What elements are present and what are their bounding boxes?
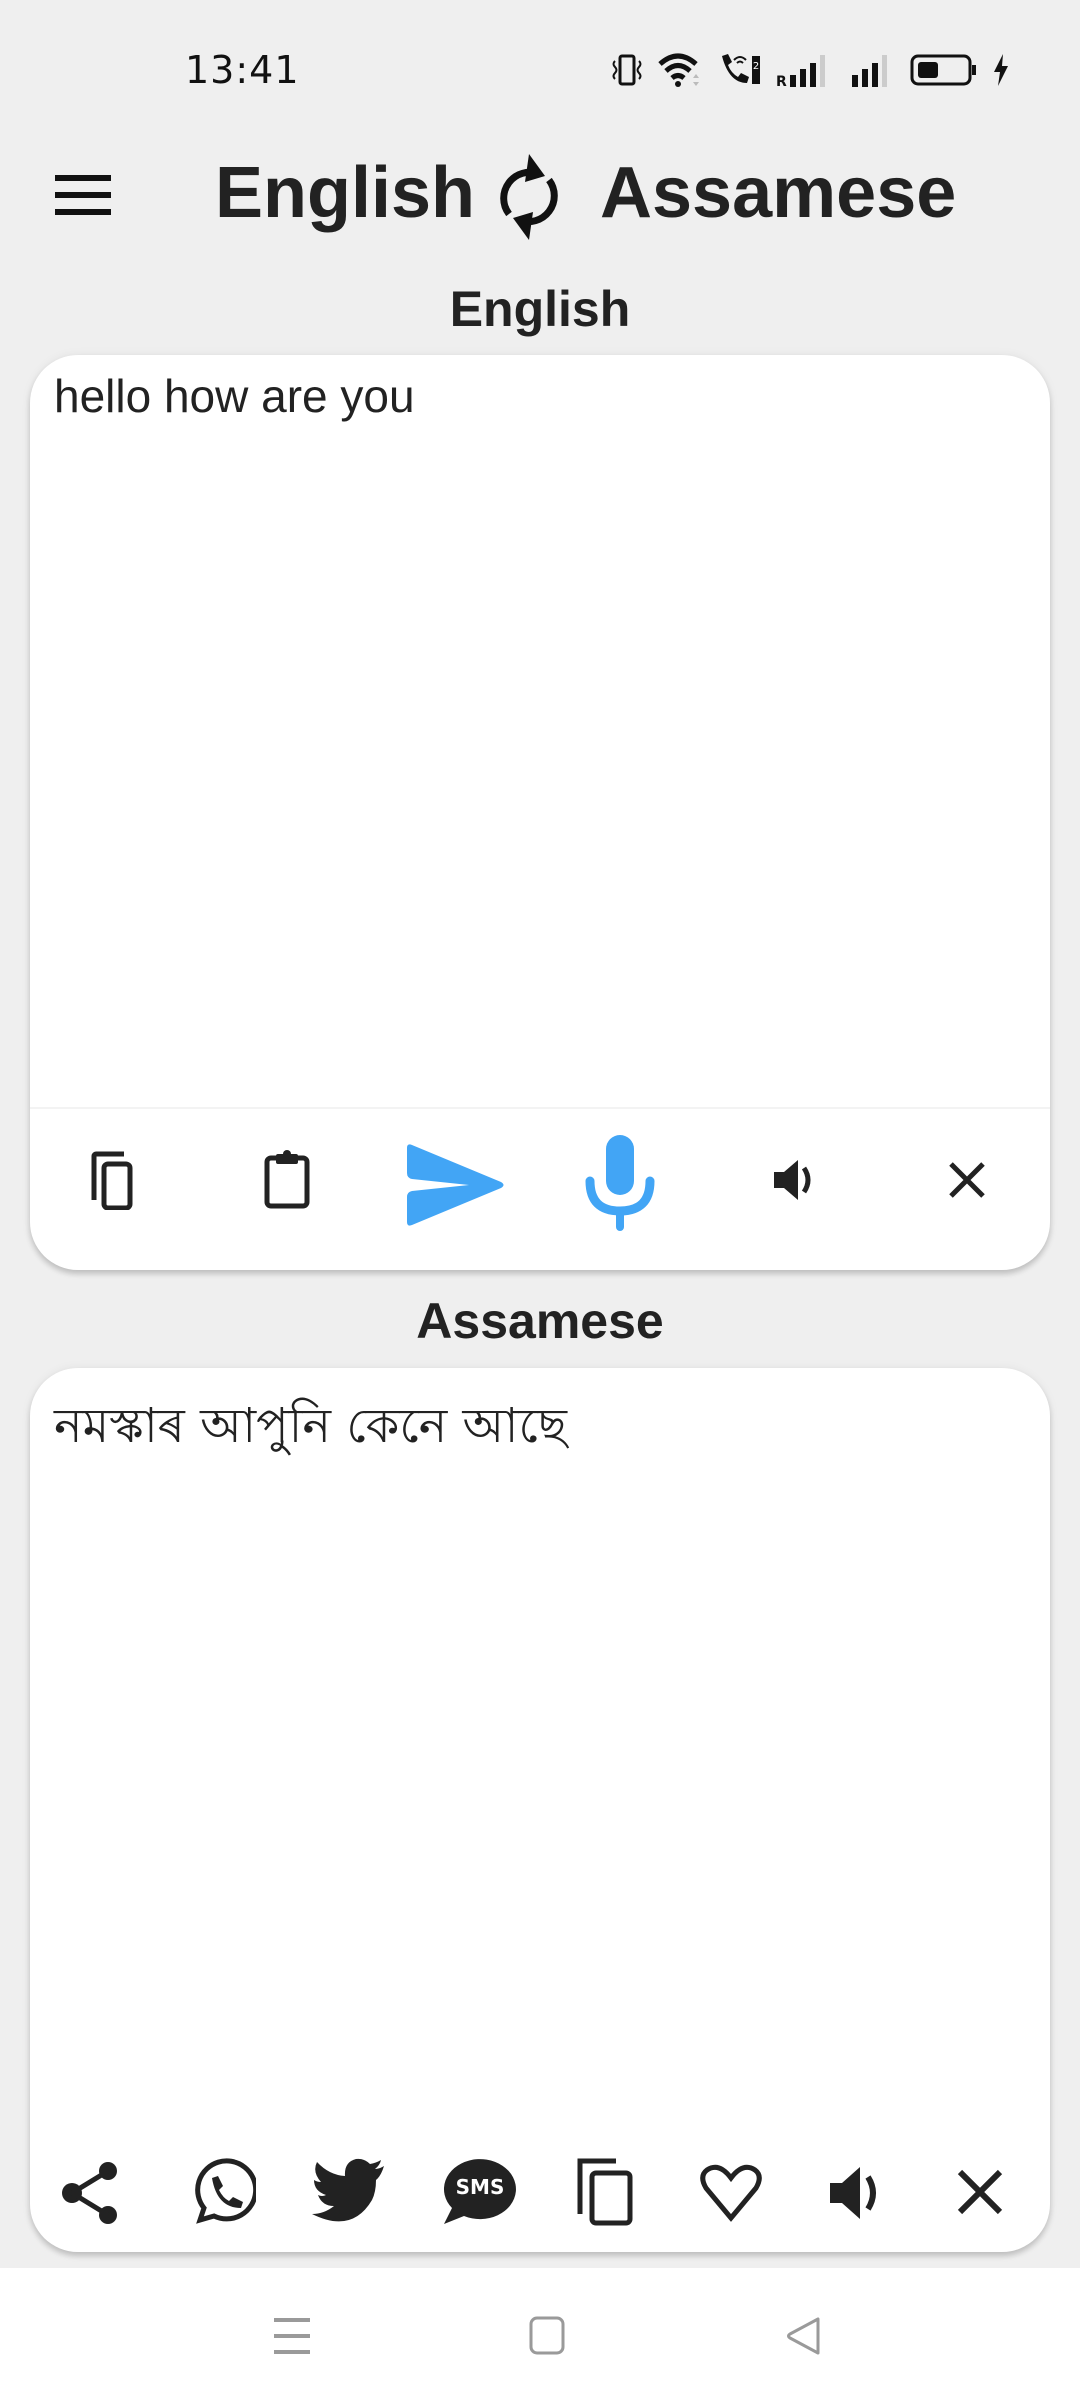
- battery-icon: [910, 54, 976, 86]
- speaker-icon: [774, 1160, 811, 1200]
- source-text-input[interactable]: hello how are you: [54, 369, 415, 423]
- send-icon: [407, 1144, 504, 1226]
- share-button[interactable]: [60, 2158, 122, 2228]
- back-icon[interactable]: [785, 2316, 825, 2356]
- wifi-icon: [658, 53, 699, 87]
- copy-translation-button[interactable]: [570, 2152, 640, 2230]
- close-icon: [957, 2169, 1003, 2215]
- translated-text: নমস্কাৰ আপুনি কেনে আছে: [54, 1398, 567, 1454]
- target-language-selector[interactable]: Assamese: [600, 152, 956, 234]
- source-language-selector[interactable]: English: [215, 152, 475, 234]
- voice-input-button[interactable]: [580, 1128, 660, 1238]
- charging-icon: [994, 54, 1008, 86]
- home-icon[interactable]: [528, 2316, 568, 2356]
- whatsapp-icon: [195, 2158, 256, 2224]
- clear-translation-button[interactable]: [950, 2162, 1010, 2222]
- twitter-button[interactable]: [310, 2156, 390, 2226]
- clipboard-icon: [264, 1150, 310, 1209]
- sms-icon: SMS: [443, 2159, 516, 2224]
- share-icon: [62, 2162, 117, 2224]
- translate-button[interactable]: [400, 1140, 510, 1230]
- clear-button[interactable]: [935, 1148, 999, 1212]
- status-bar: 13:41 2 R: [0, 0, 1080, 140]
- wifi-calling-icon: 2: [722, 54, 760, 84]
- favorite-button[interactable]: [696, 2158, 766, 2228]
- copy-icon: [577, 2158, 633, 2226]
- twitter-icon: [312, 2158, 384, 2222]
- sms-button[interactable]: SMS: [438, 2156, 518, 2228]
- recent-apps-icon[interactable]: [272, 2316, 312, 2356]
- copy-icon: [91, 1151, 133, 1210]
- app-header: English Assamese: [0, 140, 1080, 250]
- paste-button[interactable]: [255, 1148, 319, 1212]
- speaker-icon: [830, 2167, 876, 2219]
- status-icons: 2 R: [610, 50, 1010, 90]
- close-icon: [949, 1162, 985, 1198]
- vibrate-icon: [612, 54, 642, 86]
- signal-icon: [852, 55, 887, 87]
- target-language-label: Assamese: [416, 1293, 664, 1349]
- swap-languages-icon[interactable]: [495, 152, 563, 242]
- speak-translation-button[interactable]: [823, 2158, 893, 2228]
- signal-roaming-icon: R: [776, 55, 825, 87]
- svg-text:R: R: [776, 74, 787, 87]
- divider: [30, 1107, 1050, 1109]
- whatsapp-button[interactable]: [188, 2156, 258, 2228]
- hamburger-menu-icon[interactable]: [55, 175, 111, 215]
- copy-button[interactable]: [84, 1148, 148, 1212]
- target-card: নমস্কাৰ আপুনি কেনে আছে SMS: [30, 1368, 1050, 2252]
- source-toolbar: [30, 1110, 1050, 1270]
- source-language-label: English: [449, 281, 631, 337]
- target-toolbar: SMS: [30, 2138, 1050, 2248]
- heart-icon: [700, 2164, 762, 2222]
- svg-text:2: 2: [753, 61, 759, 72]
- status-time: 13:41: [185, 48, 300, 92]
- microphone-icon: [585, 1135, 655, 1231]
- svg-text:SMS: SMS: [456, 2175, 505, 2199]
- system-nav-bar: [0, 2268, 1080, 2400]
- source-card: hello how are you: [30, 355, 1050, 1270]
- speak-button[interactable]: [765, 1148, 829, 1212]
